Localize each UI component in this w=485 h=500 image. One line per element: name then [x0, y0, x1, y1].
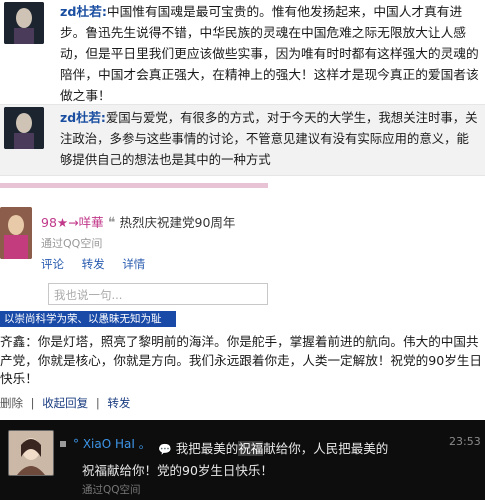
via-label: 通过QQ空间 [82, 484, 141, 496]
delete-link[interactable]: 删除 [0, 396, 23, 410]
post-text: zd杜若:中国惟有国魂是最可宝贵的。惟有他发扬起来，中国人才真有进步。鲁迅先生说… [60, 1, 480, 106]
timestamp: 23:53 [449, 435, 481, 448]
forward-link[interactable]: 转发 [82, 257, 105, 271]
comment-link[interactable]: 评论 [41, 257, 64, 271]
avatar[interactable] [8, 430, 54, 476]
qzone-card: 98★→咩華 ❝ 热烈庆祝建党90周年 通过QQ空间 评论 转发 详情 我也说一… [0, 183, 485, 305]
separator: | [95, 396, 100, 410]
quote-text: ❝ 热烈庆祝建党90周年 [108, 212, 235, 231]
collapse-replies-link[interactable]: 收起回复 [42, 396, 88, 410]
group-tag: 以崇尚科学为荣、以愚昧无知为耻 [0, 311, 176, 327]
post-actions: 删除 | 收起回复 | 转发 [0, 395, 130, 411]
avatar[interactable] [4, 2, 44, 44]
post-text: zd杜若:爱国与爱党，有很多的方式，对于今天的大学生，我想关注时事，关注政治，多… [60, 107, 480, 170]
post-content: 中国惟有国魂是最可宝贵的。惟有他发扬起来，中国人才真有进步。鲁迅先生说得不错，中… [60, 4, 479, 103]
qq-message: ° XiaO HaI 。 23:53 💬 我把最美的祝福献给你，人民把最美的 祝… [0, 420, 485, 500]
via-label: 通过QQ空间 [41, 237, 103, 250]
username[interactable]: 98★→咩華 [41, 212, 104, 231]
post-4: 齐鑫：你是灯塔，照亮了黎明前的海洋。你是舵手，掌握着前进的航向。伟大的中国共产党… [0, 333, 485, 411]
post-1: zd杜若:中国惟有国魂是最可宝贵的。惟有他发扬起来，中国人才真有进步。鲁迅先生说… [0, 0, 485, 103]
post-content: 齐鑫：你是灯塔，照亮了黎明前的海洋。你是舵手，掌握着前进的航向。伟大的中国共产党… [0, 334, 482, 386]
msg-part: 我把最美的 [175, 441, 239, 456]
message-line-1: 💬 我把最美的祝福献给你，人民把最美的 [158, 438, 388, 457]
forward-link[interactable]: 转发 [107, 396, 130, 410]
card-top-bar [0, 183, 268, 188]
card-actions: 评论 转发 详情 [41, 256, 159, 272]
quote-content: 热烈庆祝建党90周年 [119, 215, 236, 230]
separator: | [30, 396, 35, 410]
username[interactable]: zd杜若: [60, 4, 107, 19]
chat-bubble-icon: 💬 [158, 443, 172, 456]
post-content: 爱国与爱党，有很多的方式，对于今天的大学生，我想关注时事，关注政治，多参与这些事… [60, 110, 478, 167]
detail-link[interactable]: 详情 [122, 257, 145, 271]
avatar[interactable] [4, 107, 44, 149]
post-2: zd杜若:爱国与爱党，有很多的方式，对于今天的大学生，我想关注时事，关注政治，多… [0, 104, 485, 176]
nickname[interactable]: ° XiaO HaI 。 [73, 435, 151, 452]
msg-part: 献给你，人民把最美的 [263, 441, 389, 456]
message-line-2: 祝福献给你！党的90岁生日快乐！ [82, 463, 273, 478]
quote-icon: ❝ [108, 215, 116, 231]
avatar[interactable] [0, 207, 32, 259]
username[interactable]: zd杜若: [60, 110, 106, 125]
msg-highlight: 祝福 [238, 441, 264, 456]
status-icon [60, 441, 66, 447]
reply-input[interactable]: 我也说一句... [48, 283, 268, 305]
